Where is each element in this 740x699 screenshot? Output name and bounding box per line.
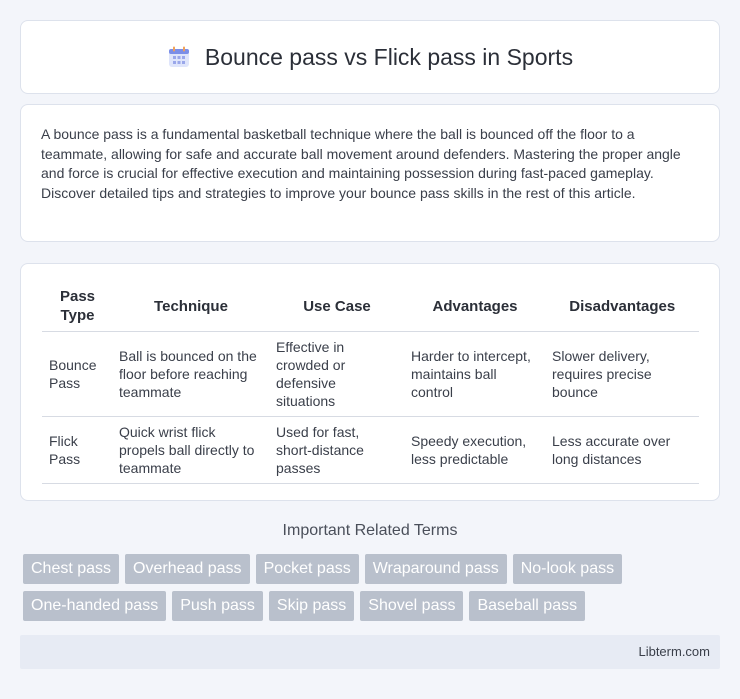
calendar-icon <box>167 45 191 69</box>
table-cell: Speedy execution, less predictable <box>404 416 546 484</box>
header-pass-type: Pass Type <box>42 281 113 332</box>
tag-pocket-pass[interactable]: Pocket pass <box>255 554 359 584</box>
tag-row: One-handed pass Push pass Skip pass Shov… <box>23 591 723 621</box>
header-use-case: Use Case <box>269 281 405 332</box>
table-row: Bounce Pass Ball is bounced on the floor… <box>42 331 699 417</box>
table-header-row: Pass Type Technique Use Case Advantages … <box>42 281 699 332</box>
intro-text: A bounce pass is a fundamental basketbal… <box>41 126 681 201</box>
header-disadvantages: Disadvantages <box>545 281 699 332</box>
tag-chest-pass[interactable]: Chest pass <box>23 554 120 584</box>
table-cell: Slower delivery, requires precise bounce <box>545 331 699 417</box>
tag-shovel-pass[interactable]: Shovel pass <box>360 591 464 621</box>
footer: Libterm.com <box>20 635 720 669</box>
table-cell: Ball is bounced on the floor before reac… <box>112 331 270 417</box>
related-terms-heading: Important Related Terms <box>282 522 458 539</box>
tag-baseball-pass[interactable]: Baseball pass <box>469 591 586 621</box>
table-cell: Bounce Pass <box>42 331 113 417</box>
comparison-table-card: Pass Type Technique Use Case Advantages … <box>20 263 720 501</box>
table-cell: Used for fast, short-distance passes <box>269 416 405 484</box>
intro-card: A bounce pass is a fundamental basketbal… <box>20 104 720 242</box>
tag-one-handed-pass[interactable]: One-handed pass <box>23 591 167 621</box>
title-card: Bounce pass vs Flick pass in Sports <box>20 20 720 94</box>
header-technique: Technique <box>112 281 270 332</box>
tag-wraparound-pass[interactable]: Wraparound pass <box>364 554 507 584</box>
table-cell: Harder to intercept, maintains ball cont… <box>404 331 546 417</box>
table-cell: Quick wrist flick propels ball directly … <box>112 416 270 484</box>
comparison-table: Pass Type Technique Use Case Advantages … <box>42 281 699 484</box>
table-cell: Effective in crowded or defensive situat… <box>269 331 405 417</box>
table-cell: Less accurate over long distances <box>545 416 699 484</box>
table-cell: Flick Pass <box>42 416 113 484</box>
tag-row: Chest pass Overhead pass Pocket pass Wra… <box>23 554 723 584</box>
footer-site-link[interactable]: Libterm.com <box>638 644 710 659</box>
related-terms-list: Chest pass Overhead pass Pocket pass Wra… <box>23 554 723 628</box>
header-advantages: Advantages <box>404 281 546 332</box>
table-row: Flick Pass Quick wrist flick propels bal… <box>42 416 699 484</box>
tag-overhead-pass[interactable]: Overhead pass <box>125 554 250 584</box>
page-title: Bounce pass vs Flick pass in Sports <box>204 43 574 70</box>
tag-skip-pass[interactable]: Skip pass <box>268 591 355 621</box>
tag-no-look-pass[interactable]: No-look pass <box>512 554 623 584</box>
tag-push-pass[interactable]: Push pass <box>172 591 263 621</box>
